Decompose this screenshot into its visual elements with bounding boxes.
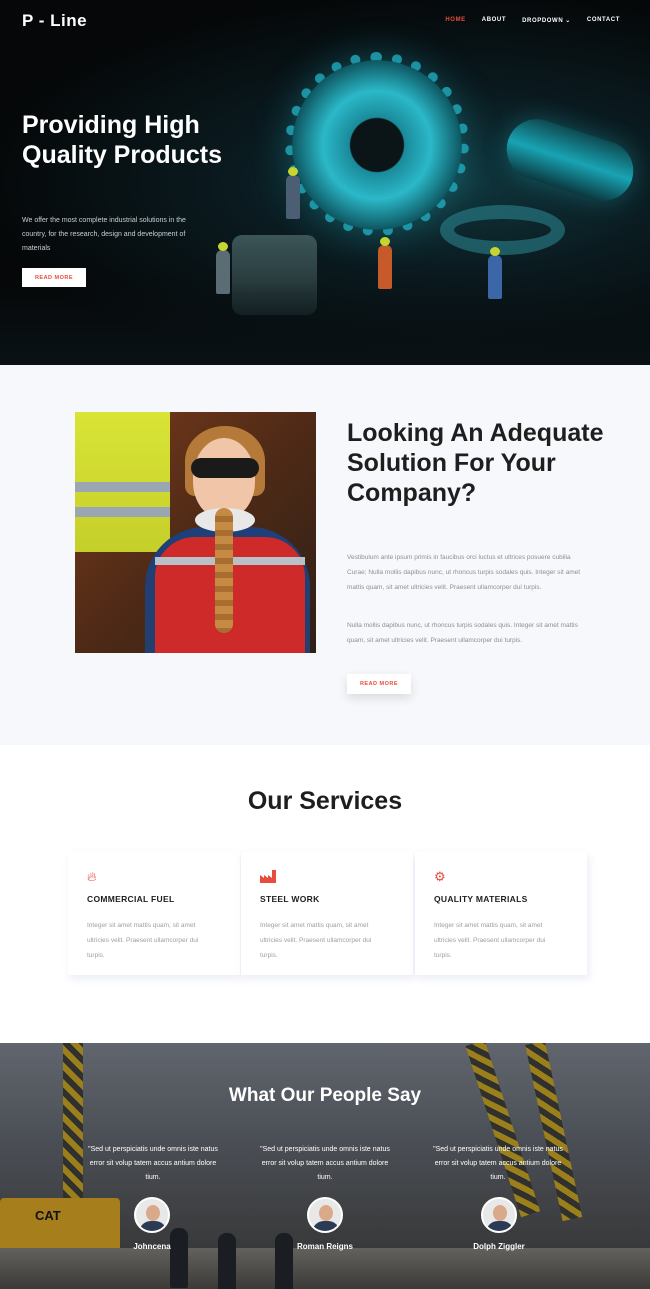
testimonial-name: Johncena xyxy=(133,1242,171,1251)
testimonials-section: CAT What Our People Say "Sed ut perspici… xyxy=(0,1043,650,1289)
about-title: Looking An Adequate Solution For Your Co… xyxy=(347,419,604,507)
testimonial-quote: "Sed ut perspiciatis unde omnis iste nat… xyxy=(260,1146,390,1181)
person-face xyxy=(193,438,255,518)
nav-item-home[interactable]: HOME xyxy=(445,17,465,24)
miniature-worker xyxy=(286,167,300,219)
about-paragraph: Nulla mollis dapibus nunc, ut rhoncus tu… xyxy=(347,622,578,644)
hero-subtitle: We offer the most complete industrial so… xyxy=(22,217,186,252)
service-title: COMMERCIAL FUEL xyxy=(87,894,175,904)
service-title: QUALITY MATERIALS xyxy=(434,894,528,904)
site-logo[interactable]: P - Line xyxy=(22,11,87,31)
nav-item-dropdown[interactable]: DROPDOWN ⌄ xyxy=(522,17,571,24)
service-card[interactable]: 🔥︎ COMMERCIAL FUEL Integer sit amet matt… xyxy=(68,852,240,975)
about-read-more-button[interactable]: READ MORE xyxy=(347,674,411,694)
service-text: Integer sit amet mattis quam, sit amet u… xyxy=(87,922,199,959)
services-title: Our Services xyxy=(247,787,403,815)
flame-icon: 🔥︎ xyxy=(87,869,97,884)
testimonial-quote: "Sed ut perspiciatis unde omnis iste nat… xyxy=(88,1146,218,1181)
nav-item-dropdown-label: DROPDOWN xyxy=(522,18,564,24)
testimonial-name: Roman Reigns xyxy=(296,1242,353,1251)
services-section: Our Services 🔥︎ COMMERCIAL FUEL Integer … xyxy=(0,745,650,1043)
gears-icon: ⚙︎ xyxy=(434,869,446,884)
avatar xyxy=(481,1197,517,1233)
washer-image xyxy=(440,205,565,255)
service-card[interactable]: STEEL WORK Integer sit amet mattis quam,… xyxy=(241,852,413,975)
hero-section: P - Line HOME ABOUT DROPDOWN ⌄ CONTACT Pr… xyxy=(0,0,650,365)
service-card[interactable]: ⚙︎ QUALITY MATERIALS Integer sit amet ma… xyxy=(415,852,587,975)
avatar xyxy=(134,1197,170,1233)
avatar xyxy=(307,1197,343,1233)
hero-read-more-button[interactable]: READ MORE xyxy=(22,268,86,287)
chevron-down-icon: ⌄ xyxy=(565,18,571,24)
about-section: Looking An Adequate Solution For Your Co… xyxy=(0,365,650,745)
hero-title: Providing High Quality Products xyxy=(22,111,223,169)
miniature-worker xyxy=(488,247,502,299)
testimonials-title: What Our People Say xyxy=(228,1085,422,1106)
bolt-image xyxy=(498,111,642,209)
about-paragraph: Vestibulum ante ipsum primis in faucibus… xyxy=(347,554,581,591)
service-text: Integer sit amet mattis quam, sit amet u… xyxy=(434,922,546,959)
nav-item-about[interactable]: ABOUT xyxy=(482,17,506,24)
gear-image-center xyxy=(292,60,462,230)
person-braid xyxy=(215,508,233,633)
engineer-photo xyxy=(75,412,316,653)
nav-item-contact[interactable]: CONTACT xyxy=(587,17,620,24)
miniature-worker xyxy=(378,237,392,289)
miniature-worker xyxy=(216,242,230,294)
factory-icon xyxy=(260,870,276,886)
main-nav: HOME ABOUT DROPDOWN ⌄ CONTACT xyxy=(445,17,620,24)
goggles xyxy=(191,458,259,478)
service-text: Integer sit amet mattis quam, sit amet u… xyxy=(260,922,372,959)
testimonial-quote: "Sed ut perspiciatis unde omnis iste nat… xyxy=(433,1146,563,1181)
hanging-vest xyxy=(75,412,170,552)
testimonial-name: Dolph Ziggler xyxy=(473,1242,525,1251)
hero-ground xyxy=(0,280,650,365)
service-title: STEEL WORK xyxy=(260,894,320,904)
